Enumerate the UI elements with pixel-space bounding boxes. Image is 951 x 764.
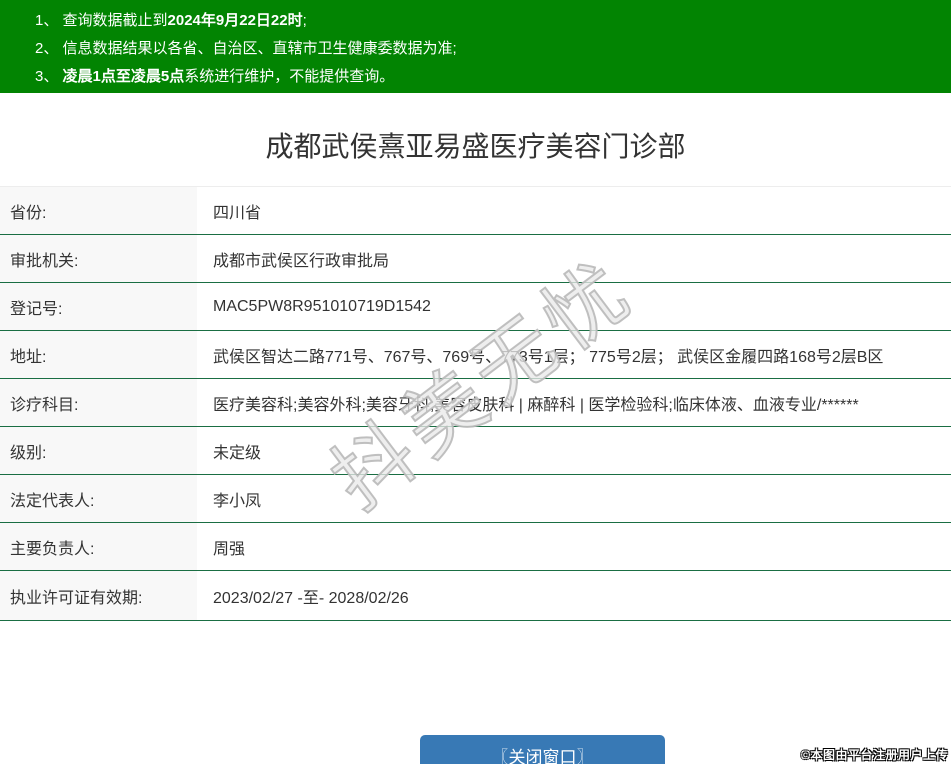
license-query-result-page: 1、 查询数据截止到2024年9月22日22时; 2、 信息数据结果以各省、自治…: [0, 0, 951, 764]
row-label: 登记号:: [0, 283, 197, 330]
table-row-medical-subjects: 诊疗科目: 医疗美容科;美容外科;美容牙科;美容皮肤科 | 麻醉科 | 医学检验…: [0, 379, 951, 427]
table-row-registration-number: 登记号: MAC5PW8R951010719D1542: [0, 283, 951, 331]
notice-bar: 1、 查询数据截止到2024年9月22日22时; 2、 信息数据结果以各省、自治…: [0, 0, 951, 93]
copyright-stamp: ©本图由平台注册用户上传: [801, 748, 948, 762]
notice-3-bold: 凌晨1点至凌晨5点: [62, 68, 185, 85]
page-title: 成都武侯熹亚易盛医疗美容门诊部: [265, 131, 686, 162]
notice-3-text: 3、: [35, 68, 63, 85]
row-value: 未定级: [213, 444, 262, 462]
table-row-legal-representative: 法定代表人: 李小凤: [0, 475, 951, 523]
row-value: MAC5PW8R951010719D1542: [213, 297, 431, 315]
row-label: 审批机关:: [0, 235, 197, 282]
notice-line-3: 3、 凌晨1点至凌晨5点系统进行维护，不能提供查询。: [35, 63, 941, 91]
row-value: 四川省: [213, 204, 262, 222]
notice-3-suffix: 系统进行维护，不能提供查询。: [184, 68, 395, 85]
close-window-button[interactable]: 〖关闭窗口〗: [420, 735, 665, 764]
row-value: 2023/02/27 -至- 2028/02/26: [213, 589, 409, 607]
row-label: 主要负责人:: [0, 523, 197, 570]
row-label: 省份:: [0, 187, 197, 234]
row-value: 医疗美容科;美容外科;美容牙科;美容皮肤科 | 麻醉科 | 医学检验科;临床体液…: [213, 396, 859, 414]
row-value: 周强: [213, 540, 246, 558]
table-row-approval-authority: 审批机关: 成都市武侯区行政审批局: [0, 235, 951, 283]
notice-1-suffix: ;: [302, 12, 307, 29]
row-label: 诊疗科目:: [0, 379, 197, 426]
institution-info-table: 省份: 四川省 审批机关: 成都市武侯区行政审批局 登记号: MAC5PW8R9…: [0, 186, 951, 621]
row-value: 成都市武侯区行政审批局: [213, 252, 390, 270]
notice-line-2: 2、 信息数据结果以各省、自治区、直辖市卫生健康委数据为准;: [35, 35, 941, 63]
notice-1-bold: 2024年9月22日22时: [167, 12, 303, 29]
notice-2-text: 2、 信息数据结果以各省、自治区、直辖市卫生健康委数据为准;: [35, 40, 457, 57]
row-value: 武侯区智达二路771号、767号、769号、773号1层； 775号2层； 武侯…: [213, 348, 884, 366]
table-row-license-validity-period: 执业许可证有效期: 2023/02/27 -至- 2028/02/26: [0, 571, 951, 621]
row-value: 李小凤: [213, 492, 262, 510]
notice-1-text: 1、 查询数据截止到: [35, 12, 168, 29]
notice-line-1: 1、 查询数据截止到2024年9月22日22时;: [35, 7, 941, 35]
row-label: 级别:: [0, 427, 197, 474]
table-row-level: 级别: 未定级: [0, 427, 951, 475]
table-row-province: 省份: 四川省: [0, 187, 951, 235]
table-row-address: 地址: 武侯区智达二路771号、767号、769号、773号1层； 775号2层…: [0, 331, 951, 379]
row-label: 执业许可证有效期:: [0, 571, 197, 620]
table-row-main-responsible-person: 主要负责人: 周强: [0, 523, 951, 571]
row-label: 法定代表人:: [0, 475, 197, 522]
row-label: 地址:: [0, 331, 197, 378]
